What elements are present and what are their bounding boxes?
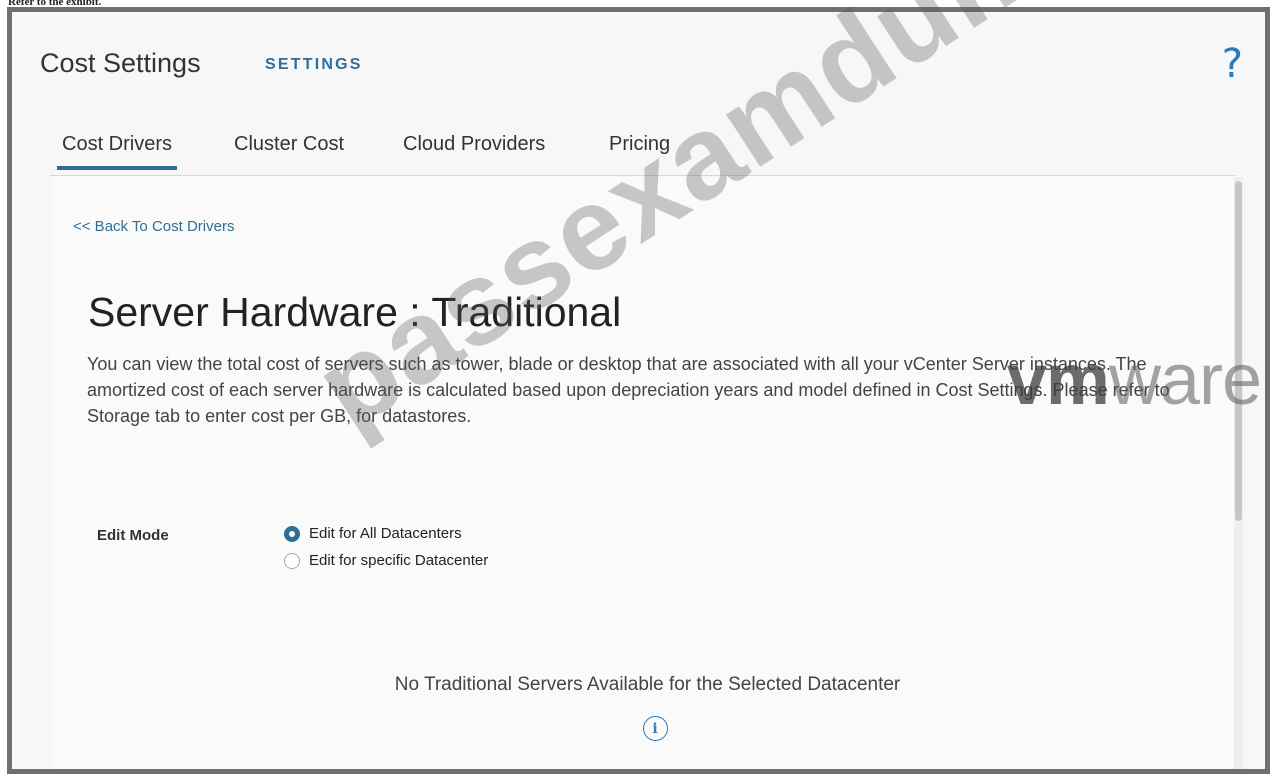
- page-title: Server Hardware : Traditional: [88, 289, 622, 335]
- radio-edit-all-datacenters[interactable]: Edit for All Datacenters: [284, 525, 462, 542]
- tab-cloud-providers[interactable]: Cloud Providers: [403, 133, 545, 167]
- content-panel: << Back To Cost Drivers Server Hardware …: [52, 177, 1243, 769]
- radio-label: Edit for All Datacenters: [309, 525, 462, 542]
- edit-mode-label: Edit Mode: [97, 527, 169, 544]
- page-header: Cost Settings SETTINGS ? Cost Drivers Cl…: [12, 12, 1265, 176]
- radio-label: Edit for specific Datacenter: [309, 552, 489, 569]
- tab-cost-drivers[interactable]: Cost Drivers: [56, 133, 178, 170]
- application-window: Cost Settings SETTINGS ? Cost Drivers Cl…: [7, 0, 1277, 774]
- radio-edit-specific-datacenter[interactable]: Edit for specific Datacenter: [284, 552, 488, 569]
- question-mark-icon[interactable]: ?: [1222, 44, 1243, 84]
- tab-cluster-cost[interactable]: Cluster Cost: [234, 133, 344, 167]
- info-icon: i: [642, 716, 668, 741]
- back-to-cost-drivers-link[interactable]: << Back To Cost Drivers: [73, 218, 234, 235]
- vertical-scrollbar[interactable]: [1234, 177, 1243, 769]
- tab-bar: Cost Drivers Cluster Cost Cloud Provider…: [50, 130, 1235, 176]
- scrollbar-thumb[interactable]: [1235, 181, 1242, 521]
- page-description: You can view the total cost of servers s…: [87, 354, 1170, 426]
- radio-selected-icon[interactable]: [284, 525, 300, 542]
- tab-pricing[interactable]: Pricing: [609, 133, 670, 167]
- app-subtitle: SETTINGS: [265, 56, 363, 73]
- empty-state-message: No Traditional Servers Available for the…: [394, 674, 901, 695]
- radio-unselected-icon[interactable]: [284, 552, 300, 569]
- app-title: Cost Settings: [40, 48, 201, 78]
